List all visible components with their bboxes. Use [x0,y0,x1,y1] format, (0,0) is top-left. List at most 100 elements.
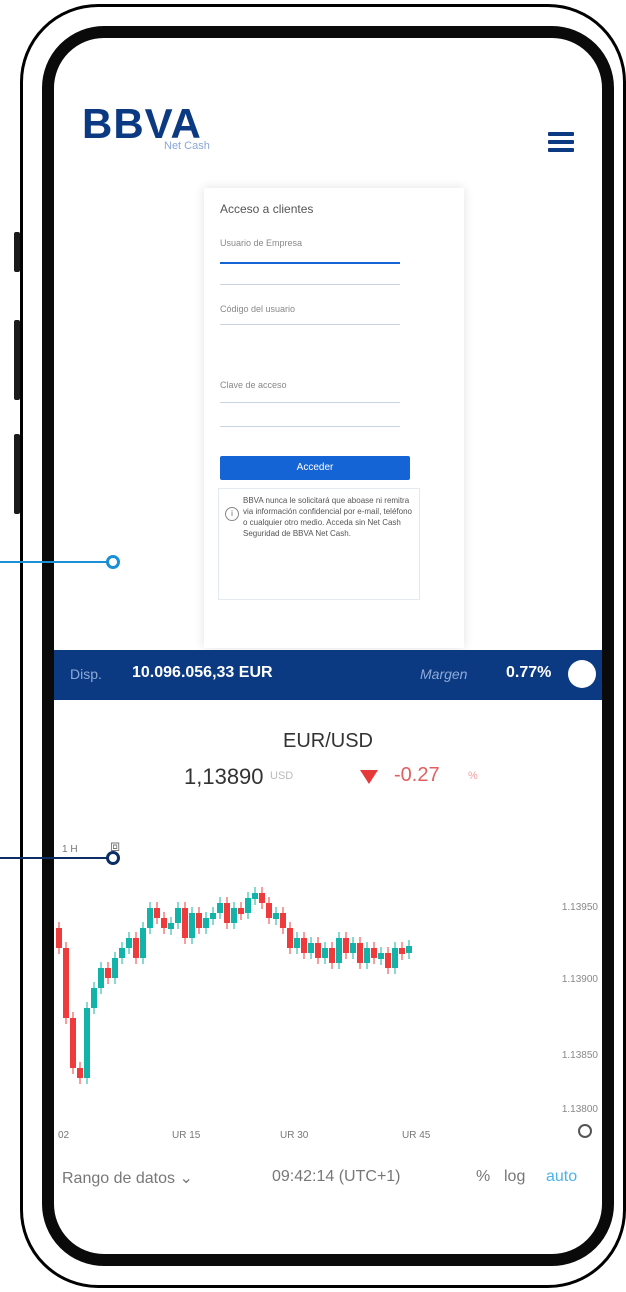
candle [147,908,153,928]
currency-pair: EUR/USD [282,730,373,752]
candle [399,948,405,954]
account-toggle[interactable] [568,660,596,688]
candle [91,988,97,1008]
x-tick-label: UR 45 [402,1130,431,1141]
login-title: Acceso a clientes [220,202,314,216]
down-arrow-icon [360,770,378,784]
candle [245,898,251,913]
y-tick-label: 1.13800 [561,1104,598,1115]
candle [224,903,230,923]
candle [266,903,272,918]
candle [126,938,132,948]
login-button[interactable]: Acceder [220,456,410,480]
candle [196,913,202,928]
callout-dot-login [106,555,120,569]
password-input[interactable] [220,402,400,403]
candle [105,968,111,978]
x-tick-label: UR 30 [280,1130,309,1141]
candle [161,918,167,928]
callout-line-chart [0,857,108,859]
y-tick-label: 1.13950 [561,902,598,913]
candle [343,938,349,953]
data-range-dropdown[interactable]: Rango de datos ⌄ [62,1168,193,1188]
candle [336,938,342,963]
callout-dot-chart [106,851,120,865]
candle [322,948,328,958]
field-label-password: Clave de acceso [220,380,287,390]
candle [385,953,391,968]
hamburger-menu-icon[interactable] [548,132,574,156]
y-tick-label: 1.13900 [561,974,598,985]
company-user-underline [220,284,400,285]
candle [392,948,398,968]
candle [238,908,244,914]
candle [168,923,174,929]
account-bar: Disp. 10.096.056,33 EUR Margen 0.77% [54,650,602,700]
candle [364,948,370,963]
logo-subtitle: Net Cash [164,140,210,152]
candle [294,938,300,948]
candle [280,913,286,928]
timeframe-selector[interactable]: 1 H [62,844,78,855]
price-change: -0.27 [394,764,440,786]
candle [329,948,335,963]
x-tick-label: UR 15 [172,1130,201,1141]
candle [189,913,195,938]
candle [315,943,321,958]
candle [217,903,223,913]
candle [357,943,363,963]
candle [77,1068,83,1078]
y-tick-label: 1.13850 [561,1050,598,1061]
chevron-down-icon: ⌄ [179,1170,193,1187]
candle [140,928,146,958]
callout-line-login [0,561,108,563]
clock-time: 09:42:14 (UTC+1) [272,1168,401,1185]
candle [231,908,237,923]
balance-label: Disp. [70,666,102,682]
candle [308,943,314,953]
candle [301,938,307,953]
price-change-unit: % [468,770,478,782]
candle [406,946,412,953]
user-code-input[interactable] [220,324,400,325]
candle [203,918,209,928]
candle [287,928,293,948]
auto-toggle[interactable]: auto [546,1168,577,1186]
x-tick-label: 02 [58,1130,70,1141]
candle [56,928,62,948]
candle [259,893,265,903]
candle [154,908,160,918]
login-card: Acceso a clientes Usuario de Empresa Cód… [204,188,464,648]
candle [273,913,279,919]
company-user-input[interactable] [220,262,400,264]
margin-label: Margen [420,666,468,682]
security-notice: i BBVA nunca le solicitará que aboase ni… [218,488,420,600]
log-toggle[interactable]: log [504,1168,525,1186]
price-unit: USD [270,770,294,782]
margin-value: 0.77% [506,664,552,681]
candle [210,913,216,919]
candle [182,908,188,938]
candle [133,938,139,958]
candle [98,968,104,988]
security-notice-text: BBVA nunca le solicitará que aboase ni r… [243,496,412,538]
candle [119,948,125,958]
candle [112,958,118,978]
candle [371,948,377,958]
price-chart[interactable] [54,868,602,1128]
candle [84,1008,90,1078]
percent-toggle[interactable]: % [476,1168,490,1186]
data-range-label: Rango de datos [62,1170,175,1187]
phone-screen: BBVA Net Cash Acceso a clientes Usuario … [42,26,614,1266]
candle [63,948,69,1018]
candle [252,893,258,899]
price-value: 1,13890 [184,764,264,789]
balance-value: 10.096.056,33 EUR [132,664,273,681]
info-icon: i [225,507,239,521]
candle [378,953,384,959]
candle [350,943,356,953]
password-underline [220,426,400,427]
chart-settings-icon[interactable] [578,1124,592,1138]
candle [175,908,181,923]
candle [70,1018,76,1068]
